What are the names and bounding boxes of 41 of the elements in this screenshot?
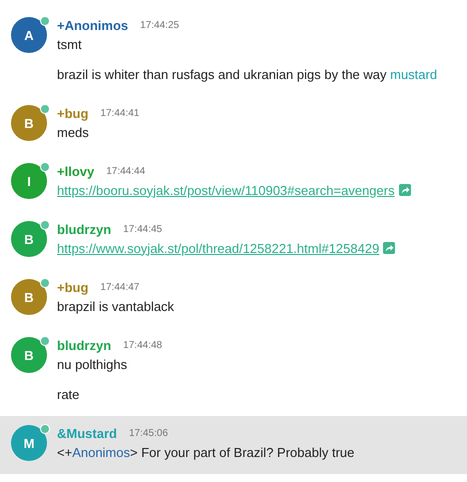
share-icon[interactable] [383, 242, 396, 254]
message-text: rate [57, 386, 80, 402]
user-avatar: B [11, 221, 47, 257]
user-avatar: B [11, 279, 47, 315]
username[interactable]: &Mustard [57, 426, 117, 441]
status-dot [40, 162, 50, 172]
username[interactable]: +bug [57, 280, 88, 295]
timestamp: 17:44:25 [140, 20, 180, 31]
user-avatar: A [11, 17, 47, 53]
status-dot [40, 220, 50, 230]
username[interactable]: +bug [57, 106, 88, 121]
message-text: meds [57, 124, 89, 140]
message-text: brapzil is vantablack [57, 298, 174, 314]
mention[interactable]: Anonimos [72, 444, 130, 460]
message-link[interactable]: https://booru.soyjak.st/post/view/110903#search=avengers [57, 182, 395, 198]
status-dot [40, 278, 50, 288]
mention[interactable]: mustard [390, 66, 438, 82]
status-dot [40, 336, 50, 346]
timestamp: 17:44:47 [100, 282, 140, 293]
status-dot [40, 424, 50, 434]
message-text: brazil is whiter than rusfags and ukranian pigs by the way mustard [57, 66, 438, 82]
user-avatar: B [11, 105, 47, 141]
message-text: nu polthighs [57, 356, 128, 372]
username[interactable]: +Anonimos [57, 18, 128, 33]
message-text: <+Anonimos> For your part of Brazil? Probably true [57, 444, 354, 460]
username[interactable]: bludrzyn [57, 222, 112, 237]
status-dot [40, 16, 50, 26]
user-avatar: B [11, 337, 47, 373]
user-avatar: M [11, 425, 47, 461]
timestamp: 17:44:44 [106, 166, 146, 177]
username[interactable]: +llovy [57, 164, 94, 179]
timestamp: 17:44:45 [123, 224, 162, 235]
timestamp: 17:44:48 [123, 340, 162, 351]
user-avatar: I [11, 163, 47, 199]
timestamp: 17:44:41 [100, 108, 140, 119]
share-icon[interactable] [398, 184, 411, 196]
message-link[interactable]: https://www.soyjak.st/pol/thread/1258221.html#1258429 [57, 240, 380, 256]
username[interactable]: bludrzyn [57, 338, 112, 353]
message-text: tsmt [57, 36, 82, 52]
status-dot [40, 104, 50, 114]
timestamp: 17:45:06 [128, 428, 168, 439]
